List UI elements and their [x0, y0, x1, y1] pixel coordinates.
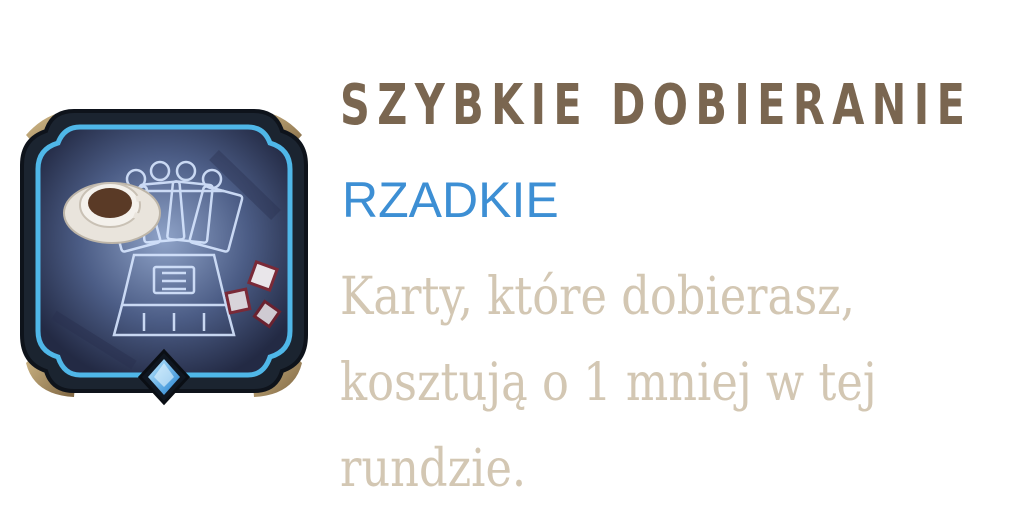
rarity-label: RZADKIE: [342, 172, 559, 228]
augment-icon: [14, 95, 314, 415]
augment-card: SZYBKIE DOBIERANIE RZADKIE Karty, które …: [0, 0, 1024, 512]
card-draw-blueprint-icon: [20, 109, 308, 406]
coffee-cup: [63, 182, 161, 244]
augment-title: SZYBKIE DOBIERANIE: [340, 73, 973, 138]
augment-description: Karty, które dobierasz, kosztują o 1 mni…: [340, 267, 877, 499]
